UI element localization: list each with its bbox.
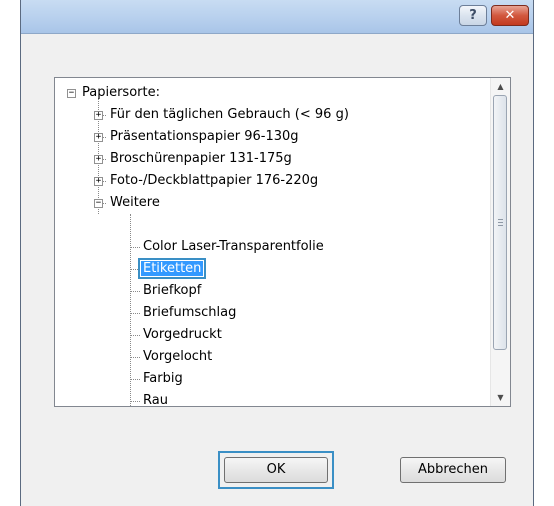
- ok-button[interactable]: OK: [224, 457, 328, 483]
- expand-icon[interactable]: +: [94, 133, 103, 142]
- expand-icon[interactable]: +: [94, 177, 103, 186]
- tree-item-etiketten[interactable]: Etiketten: [137, 258, 207, 280]
- tree-connector: [130, 357, 140, 358]
- help-button[interactable]: ?: [459, 5, 487, 26]
- tree-item-briefumschlag[interactable]: Briefumschlag: [143, 302, 236, 324]
- scrollbar-thumb[interactable]: [493, 95, 507, 350]
- tree-connector: [130, 335, 140, 336]
- selected-item-label: Etiketten: [137, 258, 207, 279]
- tree-item-rau[interactable]: Rau: [143, 390, 168, 406]
- tree-connector: [130, 379, 140, 380]
- tree-item-farbig[interactable]: Farbig: [143, 368, 183, 390]
- cancel-button[interactable]: Abbrechen: [400, 457, 506, 483]
- tree-item-vorgelocht[interactable]: Vorgelocht: [143, 346, 212, 368]
- help-icon: ?: [469, 8, 477, 23]
- tree-item-taeglicher-gebrauch[interactable]: Für den täglichen Gebrauch (< 96 g): [110, 104, 349, 126]
- tree-item-weitere[interactable]: Weitere: [110, 192, 160, 214]
- scroll-up-icon[interactable]: ▲: [491, 78, 510, 95]
- collapse-icon[interactable]: −: [94, 199, 103, 208]
- paper-type-tree[interactable]: − Papiersorte: + Für den täglichen Gebra…: [54, 77, 511, 407]
- expand-icon[interactable]: +: [94, 155, 103, 164]
- close-button[interactable]: ✕: [491, 5, 529, 26]
- paper-type-dialog: ? ✕ − Papiersorte: + Für den täglichen G…: [20, 0, 534, 506]
- tree-item-broschuerenpapier[interactable]: Broschürenpapier 131-175g: [110, 148, 292, 170]
- tree-item-briefkopf[interactable]: Briefkopf: [143, 280, 201, 302]
- grip-icon: [498, 219, 503, 220]
- tree-connector: [130, 291, 140, 292]
- close-icon: ✕: [504, 8, 516, 23]
- tree-item-vorgedruckt[interactable]: Vorgedruckt: [143, 324, 222, 346]
- tree-item-praesentationspapier[interactable]: Präsentationspapier 96-130g: [110, 126, 299, 148]
- tree-connector: [130, 247, 140, 248]
- tree-connector: [130, 269, 140, 270]
- tree-connector: [130, 313, 140, 314]
- tree-item-foto-deckblattpapier[interactable]: Foto-/Deckblattpapier 176-220g: [110, 170, 318, 192]
- tree-root-papiersorte[interactable]: Papiersorte:: [82, 82, 160, 104]
- grip-icon: [498, 222, 503, 223]
- vertical-scrollbar[interactable]: ▲ ▼: [490, 78, 510, 406]
- grip-icon: [498, 225, 503, 226]
- scroll-down-icon[interactable]: ▼: [491, 389, 510, 406]
- tree-item-color-laser-transparentfolie[interactable]: Color Laser-Transparentfolie: [143, 236, 324, 258]
- collapse-icon[interactable]: −: [67, 89, 76, 98]
- expand-icon[interactable]: +: [94, 111, 103, 120]
- title-bar: ? ✕: [21, 0, 533, 34]
- tree-connector: [130, 401, 140, 402]
